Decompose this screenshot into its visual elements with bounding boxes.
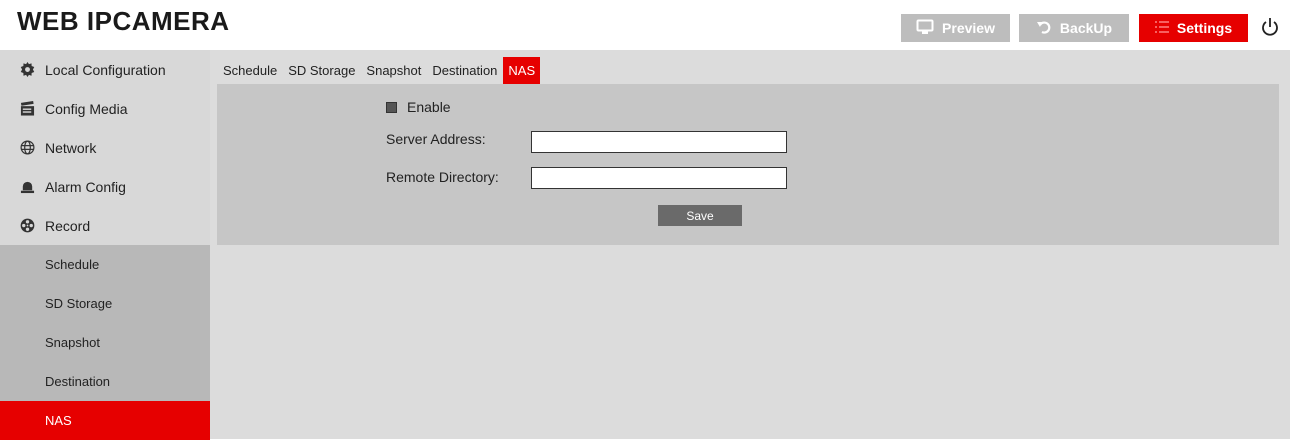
sidebar-item-label: Alarm Config	[45, 178, 126, 195]
save-button[interactable]: Save	[658, 205, 742, 226]
sidebar-subitem-destination[interactable]: Destination	[0, 362, 210, 401]
tab-sd-storage[interactable]: SD Storage	[283, 57, 360, 84]
app-logo: WEB IPCAMERA	[17, 6, 230, 36]
alarm-bell-icon	[19, 179, 35, 195]
server-address-input[interactable]	[531, 131, 787, 153]
remote-directory-label: Remote Directory:	[386, 169, 499, 185]
power-icon[interactable]	[1260, 16, 1282, 40]
remote-directory-input[interactable]	[531, 167, 787, 189]
sidebar-item-label: Local Configuration	[45, 61, 166, 78]
preview-label: Preview	[942, 20, 995, 36]
enable-checkbox[interactable]	[386, 101, 397, 113]
nas-settings-panel: Enable Server Address: Remote Directory:…	[217, 84, 1279, 245]
sidebar-item-local-configuration[interactable]: Local Configuration	[0, 50, 210, 89]
sidebar-item-label: Record	[45, 217, 91, 234]
sidebar-item-label: Config Media	[45, 100, 128, 117]
tab-snapshot[interactable]: Snapshot	[361, 57, 426, 84]
backup-button[interactable]: BackUp	[1019, 14, 1129, 42]
sidebar-subitem-schedule[interactable]: Schedule	[0, 245, 210, 284]
main-content: Schedule SD Storage Snapshot Destination…	[210, 50, 1290, 439]
enable-label: Enable	[407, 99, 451, 115]
server-address-label: Server Address:	[386, 131, 486, 147]
tab-destination[interactable]: Destination	[427, 57, 502, 84]
list-icon	[1154, 20, 1169, 37]
sidebar-subitem-nas[interactable]: NAS	[0, 401, 210, 440]
sidebar-item-record[interactable]: Record	[0, 206, 210, 245]
enable-row: Enable	[386, 99, 451, 115]
sidebar-item-alarm-config[interactable]: Alarm Config	[0, 167, 210, 206]
sidebar-item-config-media[interactable]: Config Media	[0, 89, 210, 128]
backup-label: BackUp	[1059, 20, 1113, 36]
sidebar-item-network[interactable]: Network	[0, 128, 210, 167]
sidebar-subitem-sd-storage[interactable]: SD Storage	[0, 284, 210, 323]
monitor-icon	[916, 19, 934, 38]
sidebar-subitem-snapshot[interactable]: Snapshot	[0, 323, 210, 362]
settings-button[interactable]: Settings	[1139, 14, 1248, 42]
sidebar: Local Configuration Config Media Network…	[0, 50, 210, 440]
network-globe-icon	[19, 140, 35, 156]
tab-schedule[interactable]: Schedule	[218, 57, 282, 84]
gear-icon	[19, 62, 35, 78]
tab-nas[interactable]: NAS	[503, 57, 541, 84]
film-reel-icon	[19, 218, 35, 234]
sidebar-item-label: Network	[45, 139, 97, 156]
preview-button[interactable]: Preview	[901, 14, 1010, 42]
header: WEB IPCAMERA Preview BackUp Settings	[0, 0, 1290, 42]
settings-label: Settings	[1176, 20, 1233, 36]
clapperboard-icon	[19, 101, 35, 117]
tab-bar: Schedule SD Storage Snapshot Destination…	[218, 57, 541, 84]
undo-icon	[1036, 19, 1052, 38]
